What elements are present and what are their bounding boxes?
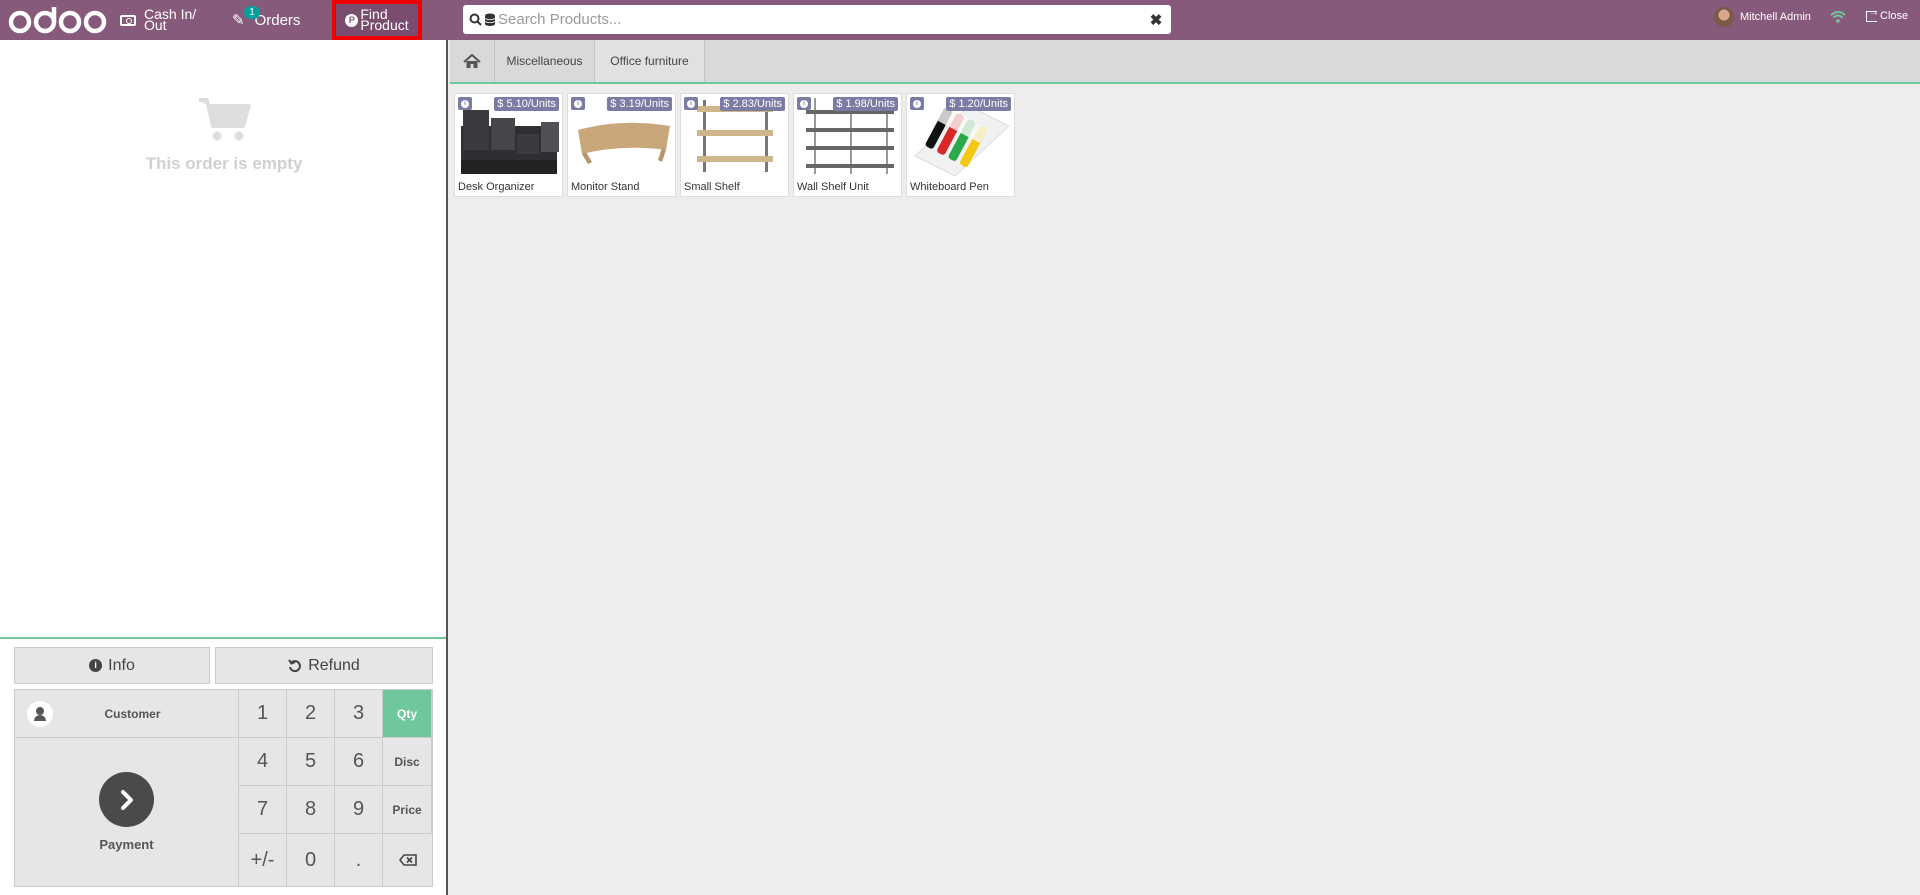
product-card-whiteboard-pen[interactable]: i $ 1.20/Units Whiteboard Pen <box>906 93 1015 197</box>
undo-icon <box>288 658 302 672</box>
control-pad: i Info Refund Customer Payment 1 2 3 Qty… <box>0 637 446 895</box>
numpad-key-6[interactable]: 6 <box>335 738 383 786</box>
product-card-desk-organizer[interactable]: i $ 5.10/Units Desk Organizer <box>454 93 563 197</box>
disc-mode-button[interactable]: Disc <box>383 738 432 786</box>
product-card-small-shelf[interactable]: i $ 2.83/Units Small Shelf <box>680 93 789 197</box>
home-category-button[interactable] <box>450 40 495 82</box>
numpad-key-0[interactable]: 0 <box>287 834 335 886</box>
cash-label-line-2: Out <box>144 17 167 33</box>
category-bar: Miscellaneous Office furniture <box>450 40 1920 84</box>
info-icon: i <box>89 659 103 672</box>
avatar <box>1714 7 1734 27</box>
numpad-key-9[interactable]: 9 <box>335 786 383 834</box>
numpad-key-4[interactable]: 4 <box>239 738 287 786</box>
product-price: $ 1.98/Units <box>833 97 898 111</box>
money-icon <box>120 14 136 26</box>
product-info-icon[interactable]: i <box>458 97 472 110</box>
backspace-icon <box>398 854 417 866</box>
product-info-icon[interactable]: i <box>684 97 698 110</box>
product-info-icon[interactable]: i <box>910 97 924 110</box>
search-icon <box>469 13 482 26</box>
search-bar: ✖ <box>463 5 1171 34</box>
odoo-logo <box>8 4 110 36</box>
qty-mode-button[interactable]: Qty <box>383 690 432 738</box>
product-price: $ 3.19/Units <box>607 97 672 111</box>
find-label-line-2: Product <box>360 17 409 33</box>
search-icons <box>469 13 496 26</box>
empty-order-text: This order is empty <box>145 154 303 173</box>
product-list: i $ 5.10/Units Desk Organizer i $ 3.19/U… <box>454 93 1015 197</box>
chevron-right-icon <box>99 772 154 827</box>
numpad-key-7[interactable]: 7 <box>239 786 287 834</box>
user-menu[interactable]: Mitchell Admin <box>1714 7 1811 27</box>
orders-label: Orders <box>254 11 301 29</box>
search-products-input[interactable] <box>496 6 1141 33</box>
orders-count-badge: 1 <box>244 6 260 19</box>
numpad: Customer Payment 1 2 3 Qty 4 5 6 Disc 7 … <box>14 689 433 887</box>
category-miscellaneous[interactable]: Miscellaneous <box>495 40 595 82</box>
close-label: Close <box>1880 10 1909 22</box>
product-card-wall-shelf-unit[interactable]: i $ 1.98/Units Wall Shelf Unit <box>793 93 902 197</box>
numpad-key-8[interactable]: 8 <box>287 786 335 834</box>
order-pane: This order is empty i Info Refund Custom… <box>0 40 448 895</box>
cash-in-out-button[interactable]: Cash In/ Out <box>120 0 205 40</box>
numpad-key-3[interactable]: 3 <box>335 690 383 738</box>
customer-button[interactable]: Customer <box>15 690 239 738</box>
product-name: Whiteboard Pen <box>910 181 989 193</box>
empty-order: This order is empty <box>0 96 448 174</box>
find-product-label: Find Product <box>360 7 409 33</box>
numpad-key-1[interactable]: 1 <box>239 690 287 738</box>
product-name: Desk Organizer <box>458 181 535 193</box>
product-pane: Miscellaneous Office furniture i $ 5.10/… <box>450 40 1920 895</box>
product-price: $ 1.20/Units <box>946 97 1011 111</box>
product-price: $ 5.10/Units <box>494 97 559 111</box>
orders-button[interactable]: ✎ 1 Orders <box>232 0 312 40</box>
product-icon: P <box>345 13 359 27</box>
product-price: $ 2.83/Units <box>720 97 785 111</box>
numpad-key-5[interactable]: 5 <box>287 738 335 786</box>
info-button[interactable]: i Info <box>14 647 210 684</box>
refund-button[interactable]: Refund <box>215 647 433 684</box>
product-card-monitor-stand[interactable]: i $ 3.19/Units Monitor Stand <box>567 93 676 197</box>
close-button[interactable]: Close <box>1866 7 1909 22</box>
price-mode-button[interactable]: Price <box>383 786 432 834</box>
cash-in-out-label: Cash In/ Out <box>144 7 196 33</box>
refund-label: Refund <box>308 656 360 674</box>
sign-out-icon <box>1866 7 1879 22</box>
numpad-key-decimal[interactable]: . <box>335 834 383 886</box>
info-label: Info <box>108 656 135 674</box>
wifi-icon <box>1830 10 1846 28</box>
numpad-key-2[interactable]: 2 <box>287 690 335 738</box>
find-product-button[interactable]: P Find Product <box>332 0 422 40</box>
user-icon <box>27 700 53 727</box>
customer-label: Customer <box>104 706 161 721</box>
database-icon <box>484 13 496 26</box>
top-bar: Cash In/ Out ✎ 1 Orders P Find Product ✖… <box>0 0 1920 40</box>
product-info-icon[interactable]: i <box>571 97 585 110</box>
category-office-furniture[interactable]: Office furniture <box>595 40 705 82</box>
product-name: Small Shelf <box>684 181 740 193</box>
user-name: Mitchell Admin <box>1740 11 1811 23</box>
clear-search-button[interactable]: ✖ <box>1141 11 1171 29</box>
payment-label: Payment <box>99 837 154 852</box>
product-name: Wall Shelf Unit <box>797 181 869 193</box>
backspace-button[interactable] <box>383 834 432 886</box>
product-info-icon[interactable]: i <box>797 97 811 110</box>
numpad-key-plus-minus[interactable]: +/- <box>239 834 287 886</box>
home-icon <box>463 53 481 68</box>
ticket-icon: ✎ <box>232 12 245 29</box>
payment-button[interactable]: Payment <box>15 738 239 886</box>
product-name: Monitor Stand <box>571 181 640 193</box>
shopping-cart-icon <box>197 96 251 142</box>
